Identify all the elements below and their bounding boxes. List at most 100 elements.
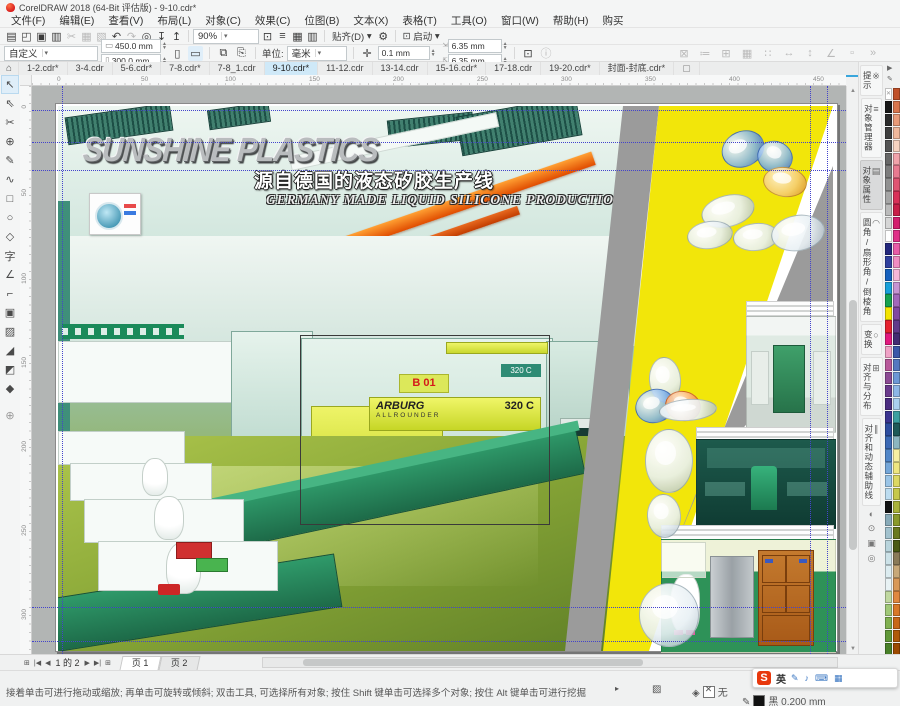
dimension-tool[interactable]: ∠: [1, 265, 19, 284]
ime-tool-icon[interactable]: ♪: [805, 673, 810, 683]
color-swatch[interactable]: [893, 282, 900, 294]
quick-customize-button[interactable]: ⊕: [1, 406, 19, 425]
ime-toolbar[interactable]: S 英 ✎♪⌨▦: [752, 668, 898, 688]
color-swatch[interactable]: [885, 178, 892, 190]
color-swatch[interactable]: [893, 398, 900, 410]
snap-to-dropdown[interactable]: 贴齐(D) ▾: [329, 29, 375, 44]
color-swatch[interactable]: [893, 501, 900, 513]
menu-item-购买[interactable]: 购买: [596, 14, 631, 28]
color-swatch[interactable]: [893, 243, 900, 255]
page-nav-icon[interactable]: ◀: [43, 659, 52, 667]
docker-tab-变换[interactable]: ○变换: [861, 324, 881, 355]
horizontal-scroll-thumb[interactable]: [303, 659, 643, 666]
docker-bottom-icon[interactable]: ◎: [868, 553, 876, 564]
launch-dropdown[interactable]: ⊡ 启动 ▾: [400, 29, 443, 44]
color-swatch[interactable]: [885, 346, 892, 358]
color-swatch[interactable]: [893, 604, 900, 616]
color-swatch[interactable]: [885, 307, 892, 319]
menu-item-效果(C)[interactable]: 效果(C): [248, 14, 298, 28]
color-swatch[interactable]: [893, 514, 900, 526]
color-swatch[interactable]: [893, 294, 900, 306]
page-nav-icon[interactable]: ▶: [82, 659, 91, 667]
color-swatch[interactable]: [885, 282, 892, 294]
color-swatch[interactable]: [885, 398, 892, 410]
page-nav-icon[interactable]: |◀: [32, 659, 43, 667]
color-swatch[interactable]: [885, 449, 892, 461]
shape-tool[interactable]: ⇖: [1, 94, 19, 113]
guideline-vertical[interactable]: [62, 86, 63, 654]
color-swatch[interactable]: [893, 307, 900, 319]
page-nav-icon[interactable]: ⊞: [22, 659, 32, 667]
menu-item-窗口(W)[interactable]: 窗口(W): [494, 14, 546, 28]
color-swatch[interactable]: [885, 565, 892, 577]
docker-tab-圆角/扇形角/倒棱角[interactable]: ◠圆角/扇形角/倒棱角: [860, 212, 883, 322]
portrait-button[interactable]: ▯: [170, 46, 185, 61]
color-swatch[interactable]: [893, 411, 900, 423]
color-swatch[interactable]: [885, 423, 892, 435]
export-icon[interactable]: ↥: [169, 29, 184, 44]
menu-item-查看(V)[interactable]: 查看(V): [101, 14, 150, 28]
color-swatch[interactable]: [885, 153, 892, 165]
document-tab-5-6.cdr*[interactable]: 5-6.cdr*: [113, 62, 162, 75]
color-swatch[interactable]: [885, 475, 892, 487]
color-swatch[interactable]: [893, 488, 900, 500]
current-page-button[interactable]: ⎘: [234, 46, 249, 61]
menu-item-布局(L)[interactable]: 布局(L): [150, 14, 198, 28]
smart-fill-tool[interactable]: ◆: [1, 379, 19, 398]
color-swatch[interactable]: [893, 230, 900, 242]
horizontal-ruler[interactable]: 050100150200250300350400450: [32, 75, 846, 86]
show-rulers-icon[interactable]: ≡: [275, 29, 290, 44]
color-swatch[interactable]: [885, 501, 892, 513]
ime-tool-icon[interactable]: ⌨: [815, 673, 828, 684]
treat-as-filled-button[interactable]: ⊡: [521, 46, 536, 61]
color-swatch[interactable]: [893, 153, 900, 165]
docker-tab-对齐与分布[interactable]: ⊞对齐与分布: [860, 357, 883, 417]
color-swatch[interactable]: [885, 191, 892, 203]
color-swatch[interactable]: [885, 204, 892, 216]
color-swatch[interactable]: [885, 243, 892, 255]
vertical-ruler[interactable]: 050100150200250300: [20, 86, 32, 654]
save-icon[interactable]: ▣: [34, 29, 49, 44]
connector-tool[interactable]: ⌐: [1, 284, 19, 303]
show-guidelines-icon[interactable]: ▥: [305, 29, 320, 44]
document-tab-11-12.cdr[interactable]: 11-12.cdr: [318, 62, 372, 75]
color-swatch[interactable]: [893, 178, 900, 190]
guideline-horizontal[interactable]: [32, 110, 846, 111]
color-swatch[interactable]: [893, 449, 900, 461]
color-swatch[interactable]: [893, 630, 900, 642]
vertical-scroll-thumb[interactable]: [849, 300, 857, 550]
hint-expand-arrow[interactable]: ▸: [615, 684, 619, 693]
new-document-icon[interactable]: ▤: [4, 29, 19, 44]
menu-item-文本(X)[interactable]: 文本(X): [346, 14, 395, 28]
document-tab-1-2.cdr*[interactable]: 1-2.cdr*: [19, 62, 68, 75]
nudge-spinner[interactable]: ▲▼: [431, 49, 436, 57]
crop-tool[interactable]: ✂: [1, 113, 19, 132]
menu-item-编辑(E)[interactable]: 编辑(E): [52, 14, 101, 28]
color-swatch[interactable]: [885, 359, 892, 371]
color-swatch[interactable]: [885, 591, 892, 603]
color-swatch[interactable]: [885, 372, 892, 384]
document-tab-13-14.cdr[interactable]: 13-14.cdr: [373, 62, 428, 75]
color-swatch[interactable]: [893, 578, 900, 590]
color-swatch[interactable]: [893, 462, 900, 474]
color-swatch[interactable]: [893, 372, 900, 384]
sogou-logo-icon[interactable]: S: [757, 671, 771, 685]
color-swatch[interactable]: [893, 436, 900, 448]
color-swatch[interactable]: [885, 462, 892, 474]
document-tab-7-8.cdr*[interactable]: 7-8.cdr*: [161, 62, 210, 75]
freehand-tool[interactable]: ✎: [1, 151, 19, 170]
color-swatch[interactable]: [893, 552, 900, 564]
ime-tool-icon[interactable]: ▦: [834, 673, 843, 684]
color-swatch[interactable]: [893, 320, 900, 332]
color-swatch[interactable]: [893, 591, 900, 603]
palette-edit-icon[interactable]: ✎: [887, 75, 893, 83]
ellipse-tool[interactable]: ○: [1, 208, 19, 227]
guideline-vertical[interactable]: [810, 86, 811, 654]
drawing-canvas[interactable]: 320 C B 01 ARBURG 320 C ALLROUNDER: [32, 86, 846, 654]
color-swatch[interactable]: [893, 101, 900, 113]
vertical-scrollbar[interactable]: ▲ ▼: [846, 86, 858, 654]
page-tab-页 2[interactable]: 页 2: [159, 656, 200, 670]
color-swatch[interactable]: [885, 527, 892, 539]
color-swatch[interactable]: [893, 617, 900, 629]
polygon-tool[interactable]: ◇: [1, 227, 19, 246]
